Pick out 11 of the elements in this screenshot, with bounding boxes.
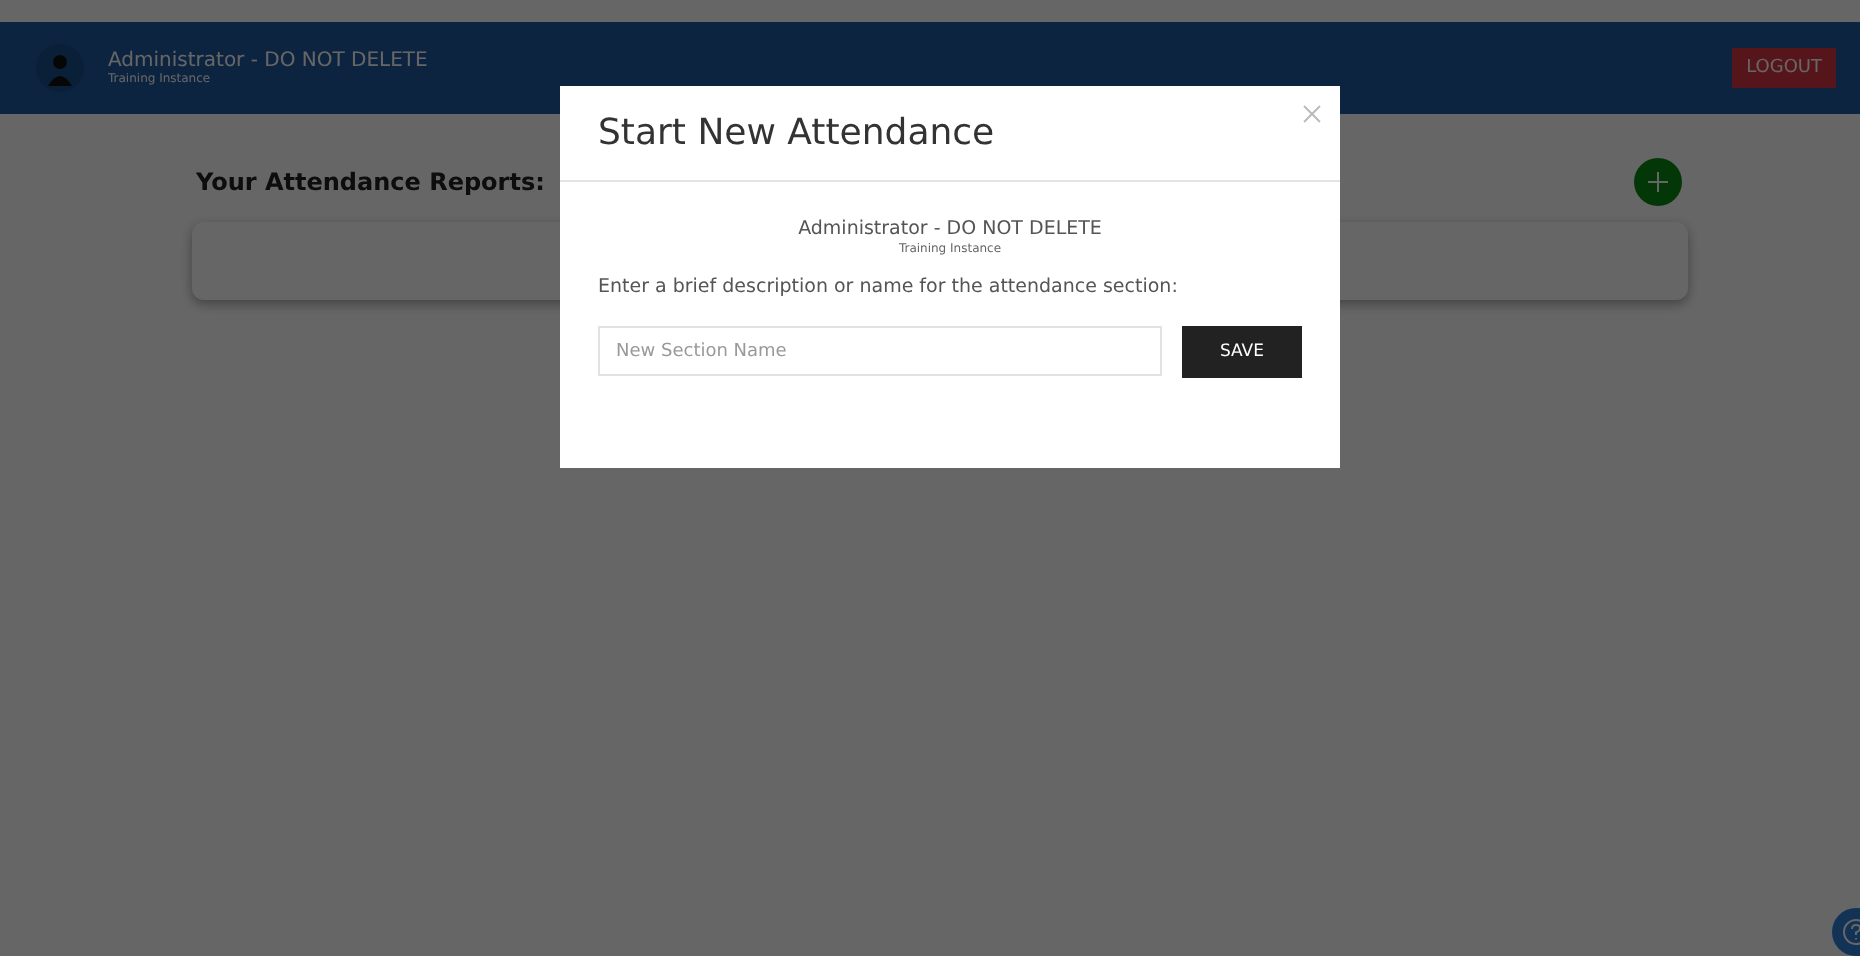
save-button[interactable]: SAVE bbox=[1182, 326, 1302, 378]
modal-title: Start New Attendance bbox=[598, 112, 995, 154]
close-icon[interactable] bbox=[1300, 102, 1324, 126]
plus-icon bbox=[1646, 170, 1670, 194]
page-title: Your Attendance Reports: bbox=[196, 168, 545, 196]
add-button[interactable] bbox=[1634, 158, 1682, 206]
user-avatar-icon bbox=[36, 44, 84, 92]
prompt-text: Enter a brief description or name for the attendance section: bbox=[598, 276, 1180, 298]
user-name: Administrator - DO NOT DELETE bbox=[108, 50, 430, 72]
section-name-field[interactable]: New Section Name bbox=[598, 326, 1162, 376]
user-name: Administrator - DO NOT DELETE bbox=[798, 218, 1102, 240]
